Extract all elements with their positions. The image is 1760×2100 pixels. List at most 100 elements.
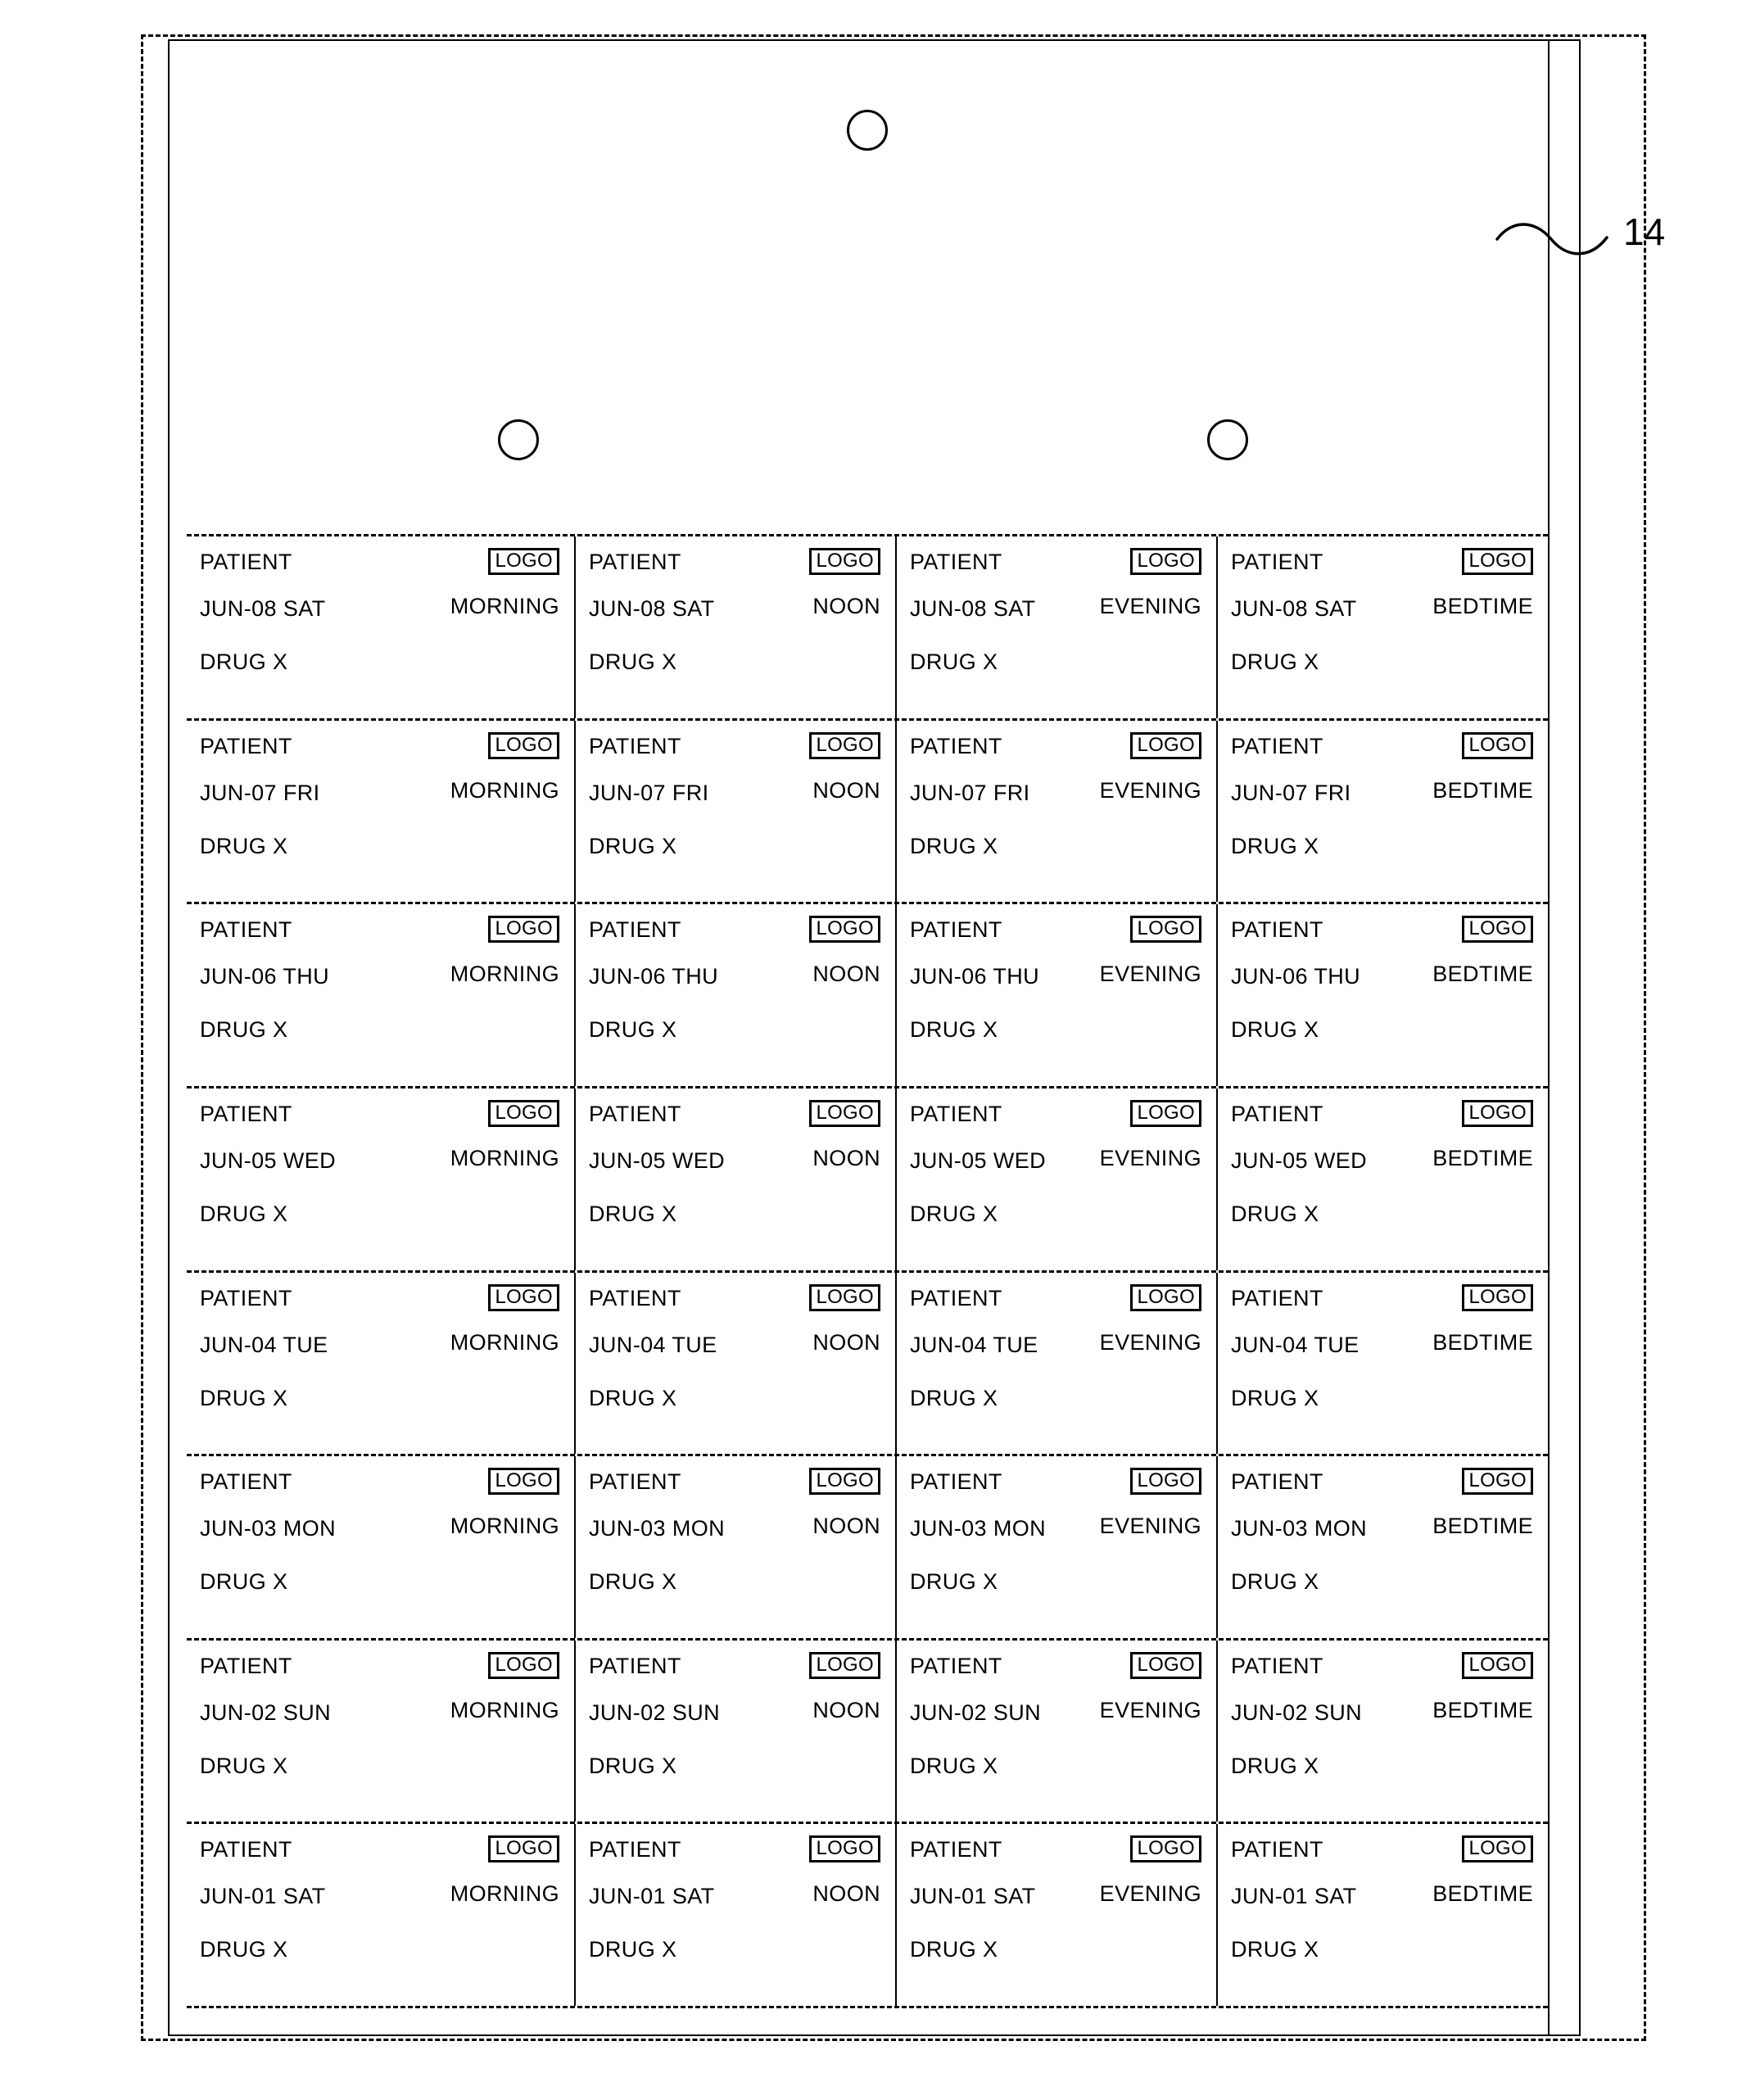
label-content: PATIENT JUN-03 MON DRUG X LOGO MORNING bbox=[200, 1468, 561, 1638]
patient-name-field: PATIENT bbox=[200, 1653, 292, 1678]
dose-date-field: JUN-08 SAT bbox=[1231, 596, 1357, 621]
drug-name-field: DRUG X bbox=[200, 1017, 288, 1043]
medication-label-cell[interactable]: PATIENT JUN-01 SAT DRUG X LOGO BEDTIME bbox=[1218, 1824, 1548, 2006]
medication-label-cell[interactable]: PATIENT JUN-02 SUN DRUG X LOGO MORNING bbox=[187, 1640, 576, 1822]
dose-date-field: JUN-03 MON bbox=[1231, 1516, 1368, 1541]
dose-time-field: MORNING bbox=[450, 1329, 559, 1355]
drug-name-field: DRUG X bbox=[200, 1937, 288, 1962]
medication-label-cell[interactable]: PATIENT JUN-07 FRI DRUG X LOGO MORNING bbox=[187, 720, 576, 903]
label-content: PATIENT JUN-08 SAT DRUG X LOGO BEDTIME bbox=[1231, 548, 1535, 718]
medication-label-cell[interactable]: PATIENT JUN-05 WED DRUG X LOGO BEDTIME bbox=[1218, 1088, 1548, 1270]
label-content: PATIENT JUN-04 TUE DRUG X LOGO MORNING bbox=[200, 1283, 561, 1455]
medication-label-cell[interactable]: PATIENT JUN-07 FRI DRUG X LOGO EVENING bbox=[897, 720, 1218, 903]
patient-name-field: PATIENT bbox=[1231, 1653, 1323, 1678]
feed-hole-top bbox=[847, 110, 888, 151]
medication-label-cell[interactable]: PATIENT JUN-01 SAT DRUG X LOGO MORNING bbox=[187, 1824, 576, 2006]
patient-name-field: PATIENT bbox=[910, 1837, 1002, 1862]
drug-name-field: DRUG X bbox=[589, 1017, 677, 1043]
pharmacy-logo-placeholder: LOGO bbox=[809, 731, 880, 759]
medication-label-cell[interactable]: PATIENT JUN-04 TUE DRUG X LOGO BEDTIME bbox=[1218, 1273, 1548, 1455]
dose-time-field: MORNING bbox=[450, 1697, 559, 1722]
medication-label-cell[interactable]: PATIENT JUN-02 SUN DRUG X LOGO NOON bbox=[576, 1640, 897, 1822]
medication-label-cell[interactable]: PATIENT JUN-04 TUE DRUG X LOGO NOON bbox=[576, 1272, 897, 1455]
medication-label-cell[interactable]: PATIENT JUN-06 THU DRUG X LOGO NOON bbox=[576, 904, 897, 1086]
pharmacy-logo-placeholder: LOGO bbox=[1462, 548, 1533, 575]
drug-name-field: DRUG X bbox=[1231, 1385, 1319, 1410]
dose-time-field: EVENING bbox=[1099, 1514, 1201, 1539]
medication-label-cell[interactable]: PATIENT JUN-08 SAT DRUG X LOGO MORNING bbox=[187, 536, 576, 718]
medication-label-cell[interactable]: PATIENT JUN-03 MON DRUG X LOGO BEDTIME bbox=[1218, 1456, 1548, 1638]
patient-name-field: PATIENT bbox=[589, 1101, 681, 1126]
pharmacy-logo-placeholder: LOGO bbox=[1130, 1283, 1201, 1311]
pharmacy-logo-placeholder: LOGO bbox=[1130, 731, 1201, 759]
pharmacy-logo-placeholder: LOGO bbox=[1462, 1468, 1533, 1496]
medication-label-cell[interactable]: PATIENT JUN-08 SAT DRUG X LOGO NOON bbox=[576, 536, 897, 718]
dose-time-field: BEDTIME bbox=[1432, 777, 1533, 803]
dose-time-field: MORNING bbox=[450, 962, 559, 987]
drug-name-field: DRUG X bbox=[200, 1201, 288, 1226]
medication-label-cell[interactable]: PATIENT JUN-07 FRI DRUG X LOGO BEDTIME bbox=[1218, 721, 1548, 903]
medication-label-cell[interactable]: PATIENT JUN-01 SAT DRUG X LOGO EVENING bbox=[897, 1824, 1218, 2006]
dose-date-field: JUN-05 WED bbox=[589, 1147, 726, 1173]
pharmacy-logo-placeholder: LOGO bbox=[809, 1835, 880, 1863]
label-content: PATIENT JUN-06 THU DRUG X LOGO EVENING bbox=[910, 916, 1203, 1086]
medication-label-cell[interactable]: PATIENT JUN-06 THU DRUG X LOGO BEDTIME bbox=[1218, 904, 1548, 1086]
patient-name-field: PATIENT bbox=[910, 1653, 1002, 1678]
dose-date-field: JUN-07 FRI bbox=[910, 780, 1030, 805]
pharmacy-logo-placeholder: LOGO bbox=[809, 1468, 880, 1496]
dose-date-field: JUN-03 MON bbox=[910, 1516, 1047, 1541]
drug-name-field: DRUG X bbox=[910, 1017, 998, 1043]
medication-label-cell[interactable]: PATIENT JUN-03 MON DRUG X LOGO EVENING bbox=[897, 1456, 1218, 1638]
medication-label-cell[interactable]: PATIENT JUN-04 TUE DRUG X LOGO MORNING bbox=[187, 1272, 576, 1455]
dose-time-field: MORNING bbox=[450, 1881, 559, 1907]
drug-name-field: DRUG X bbox=[910, 649, 998, 674]
label-content: PATIENT JUN-01 SAT DRUG X LOGO NOON bbox=[589, 1835, 882, 2006]
label-row: PATIENT JUN-04 TUE DRUG X LOGO MORNING PATIEN… bbox=[187, 1270, 1548, 1455]
medication-label-cell[interactable]: PATIENT JUN-05 WED DRUG X LOGO MORNING bbox=[187, 1088, 576, 1270]
medication-label-cell[interactable]: PATIENT JUN-01 SAT DRUG X LOGO NOON bbox=[576, 1824, 897, 2006]
medication-label-cell[interactable]: PATIENT JUN-06 THU DRUG X LOGO MORNING bbox=[187, 904, 576, 1086]
medication-label-cell[interactable]: PATIENT JUN-02 SUN DRUG X LOGO EVENING bbox=[897, 1640, 1218, 1822]
pharmacy-logo-placeholder: LOGO bbox=[1462, 731, 1533, 759]
dose-date-field: JUN-01 SAT bbox=[589, 1884, 715, 1909]
medication-label-cell[interactable]: PATIENT JUN-05 WED DRUG X LOGO EVENING bbox=[897, 1088, 1218, 1270]
patient-name-field: PATIENT bbox=[589, 1837, 681, 1862]
dose-time-field: BEDTIME bbox=[1432, 1145, 1533, 1170]
drug-name-field: DRUG X bbox=[200, 1569, 288, 1595]
medication-label-cell[interactable]: PATIENT JUN-02 SUN DRUG X LOGO BEDTIME bbox=[1218, 1641, 1548, 1822]
dose-date-field: JUN-02 SUN bbox=[200, 1699, 332, 1725]
medication-label-cell[interactable]: PATIENT JUN-06 THU DRUG X LOGO EVENING bbox=[897, 904, 1218, 1086]
pharmacy-logo-placeholder: LOGO bbox=[488, 1835, 559, 1863]
patient-name-field: PATIENT bbox=[200, 1837, 292, 1862]
patient-name-field: PATIENT bbox=[910, 1285, 1002, 1310]
drug-name-field: DRUG X bbox=[589, 1385, 677, 1410]
pharmacy-logo-placeholder: LOGO bbox=[1130, 548, 1201, 575]
pharmacy-logo-placeholder: LOGO bbox=[488, 1099, 559, 1127]
pharmacy-logo-placeholder: LOGO bbox=[488, 1651, 559, 1679]
dose-date-field: JUN-02 SUN bbox=[589, 1699, 721, 1725]
medication-label-cell[interactable]: PATIENT JUN-03 MON DRUG X LOGO NOON bbox=[576, 1456, 897, 1638]
medication-label-cell[interactable]: PATIENT JUN-08 SAT DRUG X LOGO EVENING bbox=[897, 536, 1218, 718]
dose-time-field: EVENING bbox=[1099, 777, 1201, 803]
drug-name-field: DRUG X bbox=[589, 1569, 677, 1595]
patient-name-field: PATIENT bbox=[910, 1101, 1002, 1126]
medication-label-cell[interactable]: PATIENT JUN-07 FRI DRUG X LOGO NOON bbox=[576, 720, 897, 903]
label-content: PATIENT JUN-03 MON DRUG X LOGO EVENING bbox=[910, 1468, 1203, 1638]
label-content: PATIENT JUN-06 THU DRUG X LOGO MORNING bbox=[200, 916, 561, 1086]
reference-numeral-text: 14 bbox=[1623, 210, 1666, 253]
label-content: PATIENT JUN-07 FRI DRUG X LOGO MORNING bbox=[200, 731, 561, 903]
pharmacy-logo-placeholder: LOGO bbox=[809, 1099, 880, 1127]
drug-name-field: DRUG X bbox=[1231, 1201, 1319, 1226]
dose-time-field: BEDTIME bbox=[1432, 594, 1533, 618]
patient-name-field: PATIENT bbox=[200, 1285, 292, 1310]
dose-date-field: JUN-01 SAT bbox=[200, 1884, 326, 1909]
medication-label-cell[interactable]: PATIENT JUN-05 WED DRUG X LOGO NOON bbox=[576, 1088, 897, 1270]
patient-name-field: PATIENT bbox=[1231, 1837, 1323, 1862]
medication-label-cell[interactable]: PATIENT JUN-03 MON DRUG X LOGO MORNING bbox=[187, 1456, 576, 1638]
drug-name-field: DRUG X bbox=[589, 1753, 677, 1778]
dose-time-field: NOON bbox=[812, 777, 880, 803]
medication-label-cell[interactable]: PATIENT JUN-08 SAT DRUG X LOGO BEDTIME bbox=[1218, 536, 1548, 718]
dose-date-field: JUN-07 FRI bbox=[200, 780, 320, 805]
medication-label-cell[interactable]: PATIENT JUN-04 TUE DRUG X LOGO EVENING bbox=[897, 1272, 1218, 1455]
drug-name-field: DRUG X bbox=[910, 833, 998, 858]
